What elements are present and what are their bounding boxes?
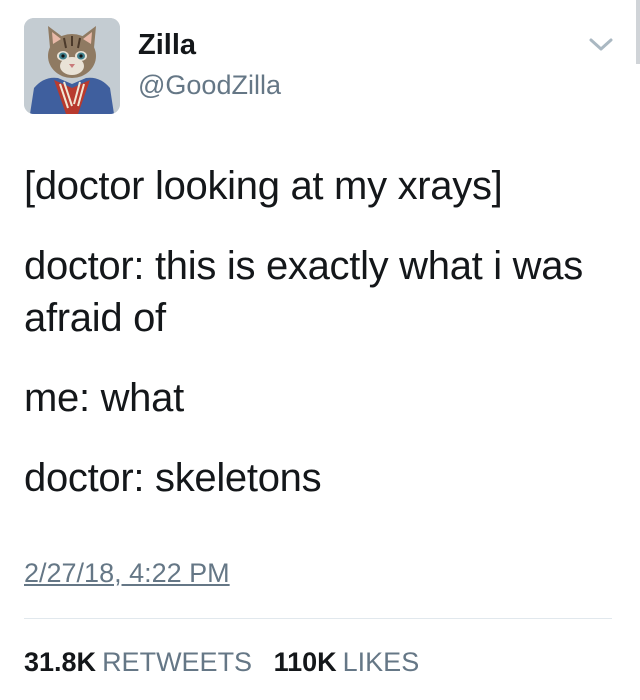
tweet-line: me: what <box>24 376 184 420</box>
user-handle[interactable]: @GoodZilla <box>138 68 281 102</box>
likes-stat[interactable]: 110K LIKES <box>274 647 420 677</box>
tweet-line: doctor: this is exactly what i was afrai… <box>24 244 583 340</box>
tweet-timestamp[interactable]: 2/27/18, 4:22 PM <box>24 556 230 590</box>
tweet-line: [doctor looking at my xrays] <box>24 164 503 208</box>
chevron-down-icon[interactable] <box>588 36 614 54</box>
tweet-stats: 31.8K RETWEETS 110K LIKES <box>24 645 419 679</box>
cat-avatar-icon <box>24 18 120 114</box>
scrollbar[interactable] <box>636 0 640 64</box>
likes-label: LIKES <box>342 647 420 677</box>
likes-count: 110K <box>273 647 337 677</box>
tweet-header: Zilla @GoodZilla <box>24 18 281 114</box>
divider <box>24 618 612 619</box>
avatar[interactable] <box>24 18 120 114</box>
retweets-stat[interactable]: 31.8K RETWEETS <box>24 647 252 677</box>
tweet-line: doctor: skeletons <box>24 456 322 500</box>
tweet-text: [doctor looking at my xrays] doctor: thi… <box>24 160 616 504</box>
display-name[interactable]: Zilla <box>138 28 281 62</box>
retweets-count: 31.8K <box>24 647 97 677</box>
tweet-card: Zilla @GoodZilla [doctor looking at my x… <box>0 0 640 700</box>
retweets-label: RETWEETS <box>102 647 253 677</box>
user-names: Zilla @GoodZilla <box>138 28 281 102</box>
